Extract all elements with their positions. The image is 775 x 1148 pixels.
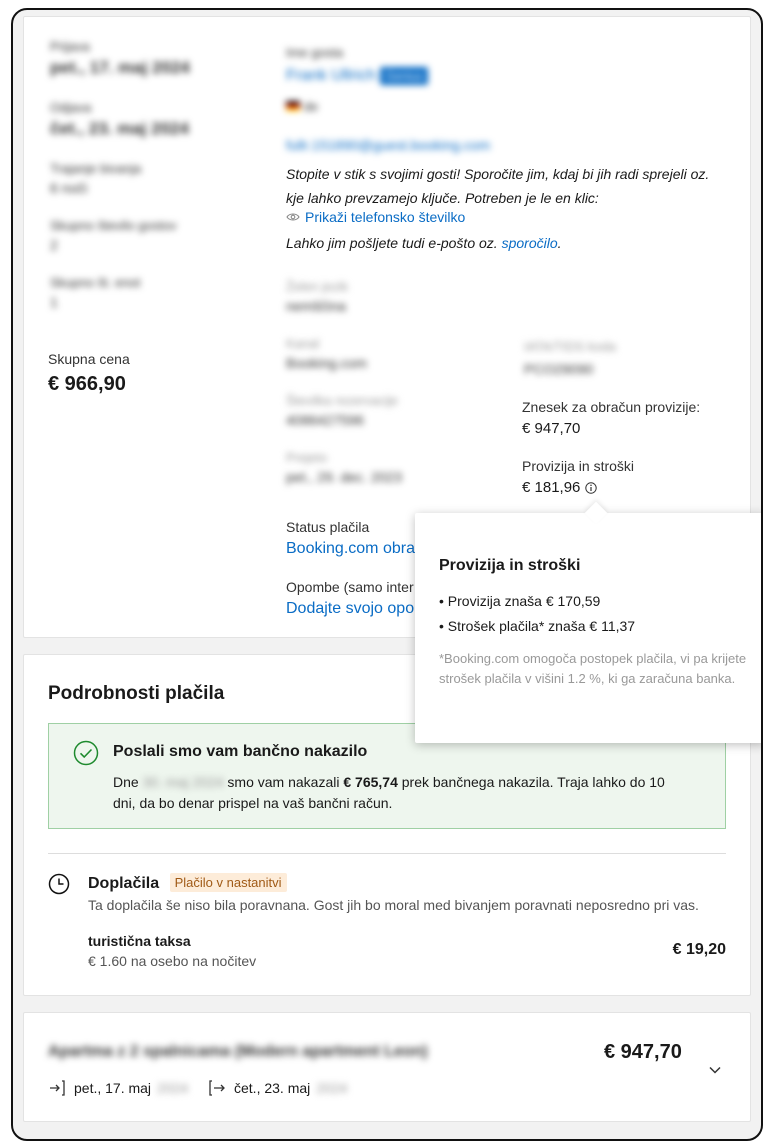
alert-prefix: Dne <box>113 774 139 790</box>
genius-badge: Genius <box>380 67 429 85</box>
channel-value: Booking.com <box>286 355 367 371</box>
email-text-prefix: Lahko jim pošljete tudi e-pošto oz. <box>286 235 498 251</box>
add-note-link[interactable]: Dodajte svojo opo <box>286 600 414 618</box>
room-card[interactable]: Apartma z 2 spalnicama (Modern apartment… <box>23 1012 751 1122</box>
divider <box>48 853 726 854</box>
stay-summary: Prijava pet., 17. maj 2024 Odjava čet., … <box>50 39 230 310</box>
total-price-value: € 966,90 <box>48 373 126 395</box>
tooltip-list: • Provizija znaša € 170,59 • Strošek pla… <box>439 589 635 639</box>
commission-value-row: € 181,96 <box>522 479 598 496</box>
alert-suffix-1: prek bančnega nakazila. Traja lahko do 1… <box>401 774 665 790</box>
commission-value: € 181,96 <box>522 479 581 496</box>
checkin-label: Prijava <box>50 39 90 54</box>
eye-icon <box>286 212 300 222</box>
room-checkout-date: čet., 23. maj <box>234 1080 311 1096</box>
contact-text-line-2: kje lahko prevzamejo ključe. Potreben je… <box>286 190 599 206</box>
commission-tooltip: Provizija in stroški • Provizija znaša €… <box>415 501 761 743</box>
tooltip-title: Provizija in stroški <box>439 557 581 574</box>
received-label: Prejeto <box>286 450 328 465</box>
guest-name: Frank Ullrich <box>286 67 376 84</box>
pay-at-property-badge: Plačilo v nastanitvi <box>169 873 287 892</box>
notes-label: Opombe (samo inter <box>286 579 414 595</box>
room-checkin-year: 2024 <box>157 1080 189 1096</box>
length-label: Trajanje bivanja <box>50 161 142 176</box>
units-label: Skupno št. enot <box>50 275 141 290</box>
room-checkin: pet., 17. maj 2024 <box>48 1079 188 1097</box>
room-checkin-date: pet., 17. maj <box>74 1080 152 1096</box>
chevron-down-icon[interactable] <box>708 1065 722 1075</box>
payment-status-label: Status plačila <box>286 519 370 535</box>
check-circle-icon <box>73 740 99 766</box>
alert-title: Poslali smo vam bančno nakazilo <box>113 743 368 760</box>
tax-desc: € 1.60 na osebo na nočitev <box>88 953 257 969</box>
checkout-arrow-icon <box>208 1079 226 1097</box>
payment-status-link[interactable]: Booking.com obra <box>286 540 415 558</box>
checkin-value: pet., 17. maj 2024 <box>50 58 190 77</box>
room-checkout-year: 2024 <box>316 1080 348 1096</box>
room-name: Apartma z 2 spalnicama (Modern apartment… <box>48 1043 428 1060</box>
tooltip-item-commission-text: Provizija znaša € 170,59 <box>447 593 601 609</box>
checkout-label: Odjava <box>50 100 92 115</box>
language-value: nemščina <box>286 298 346 314</box>
flag-icon <box>286 101 300 111</box>
surcharges-title-row: Doplačila Plačilo v nastanitvi <box>88 873 287 893</box>
vat-value: PCO29090 <box>524 361 594 377</box>
guests-value: 2 <box>50 237 58 253</box>
commissionable-label: Znesek za obračun provizije: <box>522 399 701 415</box>
page-frame: Prijava pet., 17. maj 2024 Odjava čet., … <box>11 8 763 1141</box>
guest-email-link[interactable]: fullr.151890@guest.booking.com <box>286 137 490 153</box>
booking-details: Želen jezik nemščina Kanal Booking.com Š… <box>286 279 456 485</box>
tax-amount: € 19,20 <box>672 941 726 958</box>
guest-name-label: Ime gosta <box>286 45 344 60</box>
alert-body: Dne 30. maj 2024 smo vam nakazali € 765,… <box>113 772 713 814</box>
vat-label: IATA/TIDS koda <box>524 339 616 354</box>
room-checkout: čet., 23. maj 2024 <box>208 1079 347 1097</box>
tooltip-item-commission: • Provizija znaša € 170,59 <box>439 593 601 609</box>
alert-date: 30. maj 2024 <box>142 774 224 790</box>
show-phone-button[interactable]: Prikaži telefonsko številko <box>286 209 465 225</box>
tooltip-note: *Booking.com omogoča postopek plačila, v… <box>439 651 747 686</box>
surcharges-desc: Ta doplačila še niso bila poravnana. Gos… <box>88 897 699 913</box>
commissionable-value: € 947,70 <box>522 420 581 437</box>
email-text-suffix: . <box>557 235 562 251</box>
alert-line-2: dni, da bo denar prispel na vaš bančni r… <box>113 795 393 811</box>
payment-details-title: Podrobnosti plačila <box>48 683 225 704</box>
tax-title: turistična taksa <box>88 933 191 949</box>
length-value: 6 noči <box>50 180 88 196</box>
guest-country-code: de <box>303 99 319 114</box>
reservation-number-label: Številka rezervacije <box>286 393 398 408</box>
received-value: pet., 29. dec. 2023 <box>286 469 402 485</box>
contact-text-line-1: Stopite v stik s svojimi gosti! Sporočit… <box>286 166 710 182</box>
commission-label: Provizija in stroški <box>522 458 635 474</box>
guest-country: de <box>286 99 318 114</box>
tooltip-item-payment-cost-text: Strošek plačila* znaša € 11,37 <box>447 618 636 634</box>
language-label: Želen jezik <box>286 279 349 294</box>
channel-label: Kanal <box>286 336 320 351</box>
tooltip-item-payment-cost: • Strošek plačila* znaša € 11,37 <box>439 618 636 634</box>
checkout-value: čet., 23. maj 2024 <box>50 119 189 138</box>
email-text: Lahko jim pošljete tudi e-pošto oz. spor… <box>286 235 562 251</box>
show-phone-link[interactable]: Prikaži telefonsko številko <box>305 209 465 225</box>
guests-label: Skupno število gostov <box>50 218 177 233</box>
info-icon[interactable] <box>585 481 598 494</box>
alert-middle: smo vam nakazali <box>227 774 340 790</box>
units-value: 1 <box>50 294 58 310</box>
reservation-number-value: 4086427596 <box>286 412 364 428</box>
checkin-arrow-icon <box>48 1079 66 1097</box>
message-link[interactable]: sporočilo <box>502 235 558 251</box>
contact-text: Stopite v stik s svojimi gosti! Sporočit… <box>286 162 746 210</box>
total-price-label: Skupna cena <box>48 351 130 367</box>
room-price: € 947,70 <box>604 1041 682 1063</box>
surcharges-title: Doplačila <box>88 875 160 892</box>
alert-amount: € 765,74 <box>343 774 398 790</box>
clock-icon <box>48 873 70 895</box>
alert-line-1: Dne 30. maj 2024 smo vam nakazali € 765,… <box>113 772 713 793</box>
guest-name-link[interactable]: Frank Ullrich Genius <box>286 67 429 85</box>
